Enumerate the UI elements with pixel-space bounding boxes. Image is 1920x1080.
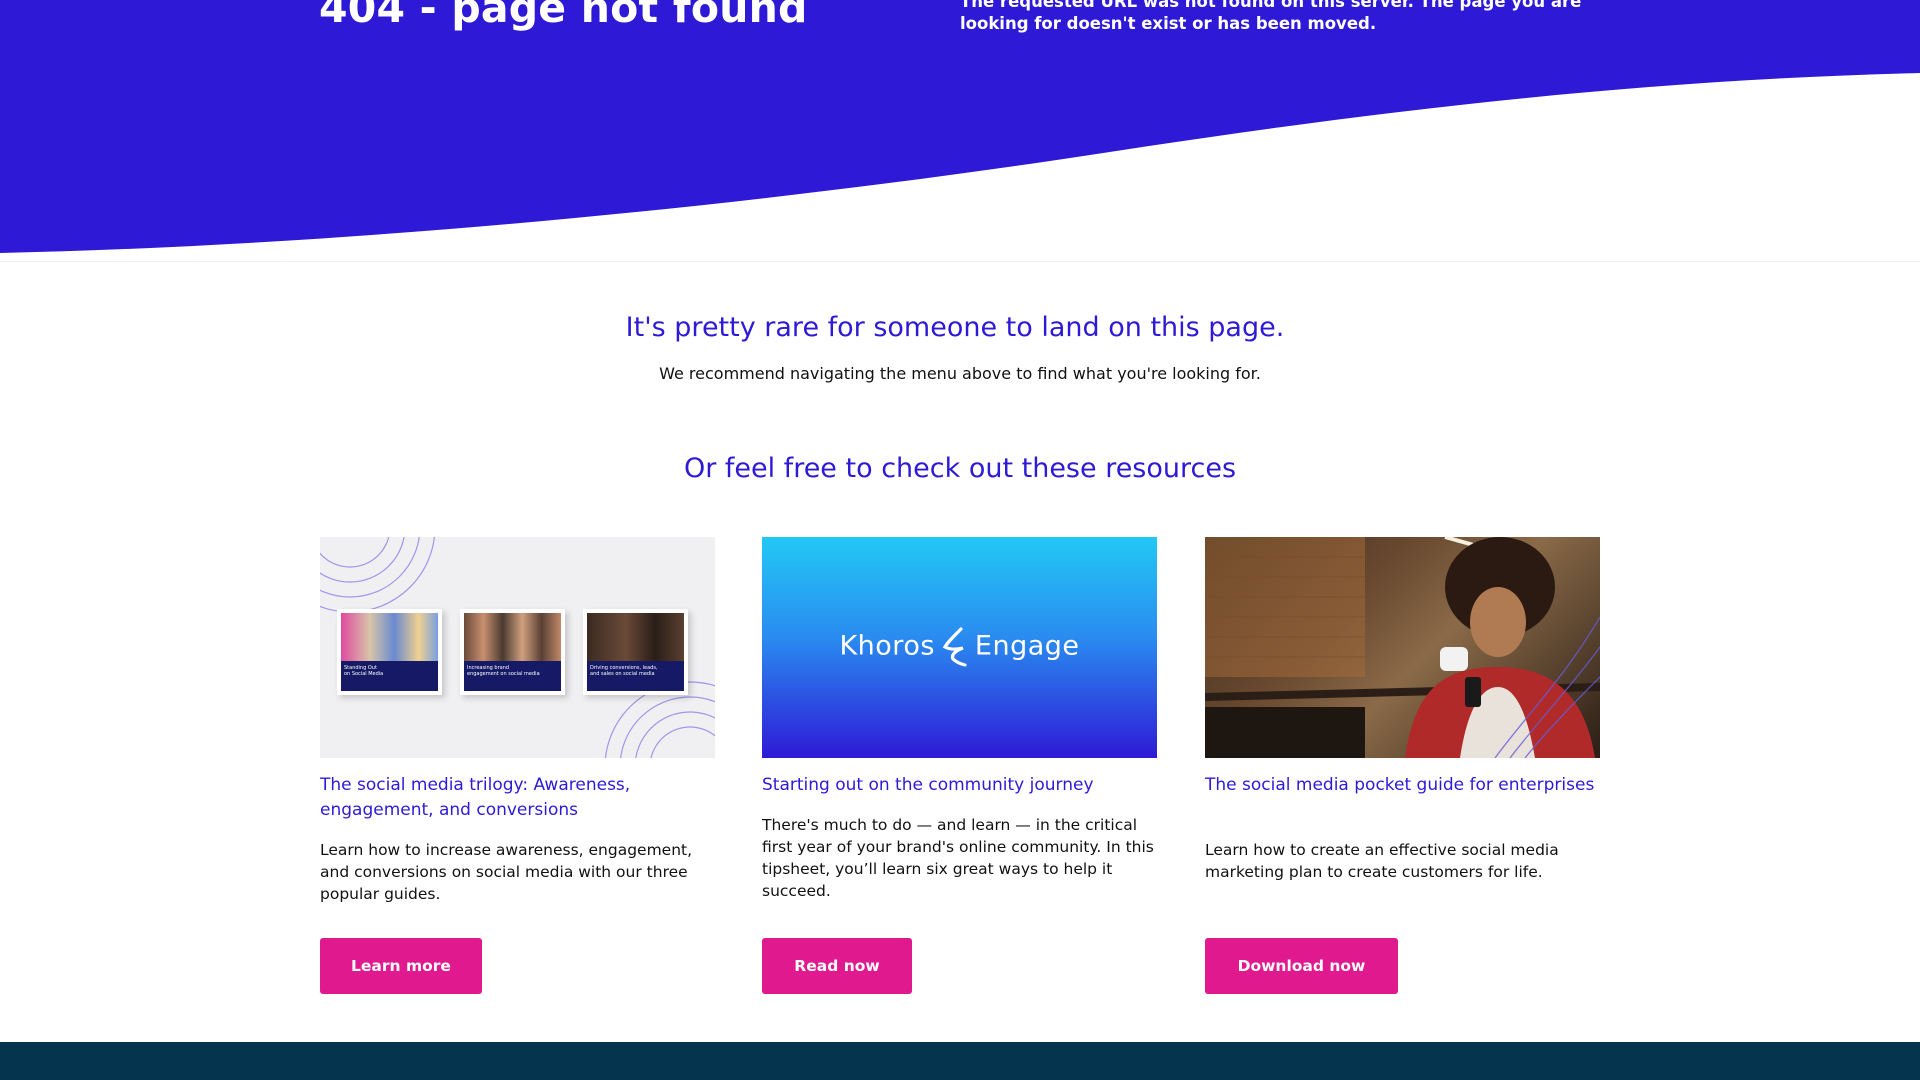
rare-heading: It's pretty rare for someone to land on … xyxy=(625,312,1285,343)
page-title: 404 - page not found xyxy=(319,0,808,32)
hero-banner: 404 - page not found The requested URL w… xyxy=(0,0,1920,262)
footer-bar xyxy=(0,1042,1920,1080)
card-title[interactable]: The social media trilogy: Awareness, eng… xyxy=(320,773,710,823)
read-now-button[interactable]: Read now xyxy=(762,938,912,994)
khoros-engage-logo: Khoros Engage xyxy=(762,627,1157,667)
woman-with-coffee-and-phone-photo[interactable] xyxy=(1205,537,1600,758)
card-description: There's much to do — and learn — in the … xyxy=(762,816,1154,900)
download-now-button[interactable]: Download now xyxy=(1205,938,1398,994)
card-description: Learn how to increase awareness, engagem… xyxy=(320,841,693,903)
card-description: Learn how to create an effective social … xyxy=(1205,841,1559,881)
hero-wave-background xyxy=(0,0,1920,253)
guide-cover-3: Driving conversions, leads, and sales on … xyxy=(583,609,688,695)
guide-cover-2: Increasing brand engagement on social med… xyxy=(460,609,565,695)
community-journey-thumbnail[interactable]: Khoros Engage xyxy=(762,537,1157,758)
khoros-mark-icon xyxy=(942,627,967,667)
social-trilogy-thumbnail[interactable]: Standing Out on Social Media Increasing b… xyxy=(320,537,715,758)
recommend-text: We recommend navigating the menu above t… xyxy=(659,364,1261,383)
resource-card-community-journey: Khoros Engage Starting out on the commun… xyxy=(762,537,1157,994)
error-description: The requested URL was not found on this … xyxy=(960,0,1582,33)
resource-card-social-trilogy: Standing Out on Social Media Increasing b… xyxy=(320,537,715,994)
guide-cover-1: Standing Out on Social Media xyxy=(337,609,442,695)
resources-heading: Or feel free to check out these resource… xyxy=(683,453,1237,484)
photo-illustration xyxy=(1205,537,1600,758)
resource-card-pocket-guide: The social media pocket guide for enterp… xyxy=(1205,537,1600,994)
card-title[interactable]: The social media pocket guide for enterp… xyxy=(1205,773,1595,798)
section-divider xyxy=(0,261,1920,262)
card-title[interactable]: Starting out on the community journey xyxy=(762,773,1152,798)
learn-more-button[interactable]: Learn more xyxy=(320,938,482,994)
